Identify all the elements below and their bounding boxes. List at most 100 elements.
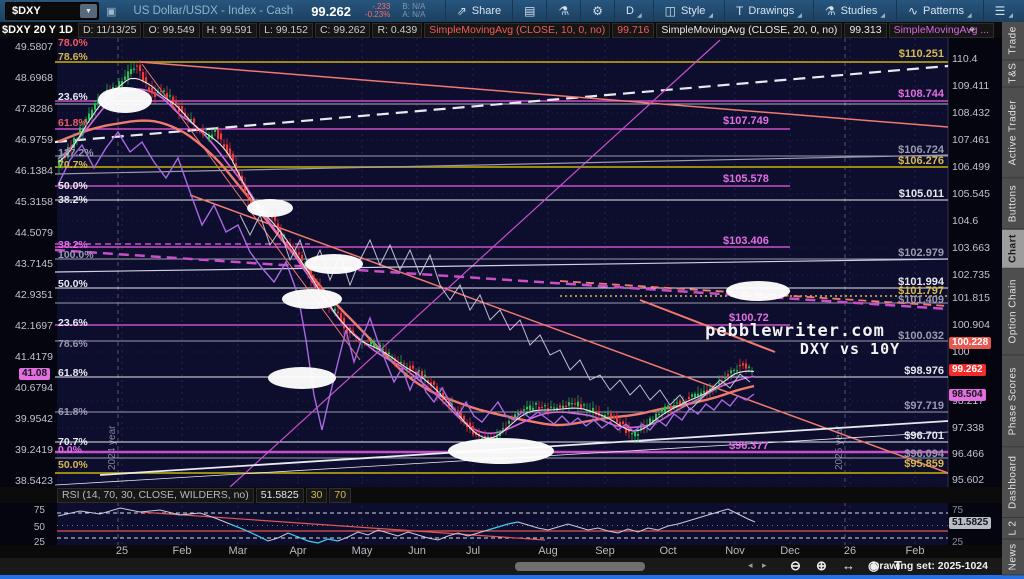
- crosshair-cursor-icon[interactable]: ⌖: [952, 22, 992, 37]
- candle-body: [154, 92, 156, 97]
- candle-body: [631, 433, 633, 434]
- candle-body: [148, 87, 150, 90]
- left-axis-tick: 44.5079: [15, 227, 53, 239]
- rsi-value-badge: 51.5825: [949, 517, 991, 529]
- left-axis-tick: 43.7145: [15, 258, 53, 270]
- candles-icon: ◫: [665, 4, 676, 18]
- price-level-label: $96.377: [729, 440, 769, 452]
- price-level-label: $103.406: [723, 235, 769, 247]
- candle-body: [667, 406, 669, 409]
- right-axis-tick: 104.6: [952, 215, 978, 227]
- ohlc-field: H: 99.591: [202, 23, 258, 38]
- scroll-right-arrow[interactable]: ▸: [762, 560, 767, 571]
- sidebar-tab-t-s[interactable]: T&S: [1002, 60, 1024, 87]
- candle-body: [637, 434, 639, 436]
- rsi-label[interactable]: RSI (14, 70, 30, CLOSE, WILDERS, no): [57, 488, 254, 503]
- fib-level-label: 50.0%: [58, 180, 88, 192]
- change-percent: -0.23%: [365, 11, 390, 19]
- price-level-label: $95.859: [904, 458, 944, 470]
- candle-body: [535, 403, 537, 405]
- right-axis-tick: 108.432: [952, 107, 990, 119]
- toolbar-button-menu[interactable]: ☰◢: [983, 0, 1024, 22]
- toolbar-button-studies[interactable]: ⚗Studies◢: [813, 0, 896, 22]
- rsi-plot-bg: [57, 503, 948, 545]
- sidebar-tab-option-chain[interactable]: Option Chain: [1002, 268, 1024, 355]
- study-name[interactable]: SimpleMovingAvg (CLOSE, 20, 0, no): [656, 23, 842, 38]
- toolbar-button-analyze[interactable]: ⚗: [546, 0, 580, 22]
- sidebar-tab-buttons[interactable]: Buttons: [1002, 178, 1024, 229]
- time-axis[interactable]: 25FebMarAprMayJunJulAugSepOctNovDec26Feb: [0, 545, 1002, 558]
- gadget-sidebar: TradeT&SActive TraderButtonsChartOption …: [1002, 22, 1024, 575]
- candle-body: [433, 381, 435, 384]
- highlight-ellipse: [726, 281, 790, 301]
- zoom-out-icon[interactable]: ⊖: [790, 558, 801, 574]
- ohlc-field: D: 11/13/25: [78, 23, 142, 38]
- sidebar-tab-chart[interactable]: Chart: [1002, 230, 1024, 269]
- candle-body: [457, 410, 459, 411]
- toolbar-button-label: Drawings: [748, 5, 794, 17]
- sidebar-tab-active-trader[interactable]: Active Trader: [1002, 88, 1024, 178]
- left-axis-tick: 46.9759: [15, 134, 53, 146]
- candle-body: [724, 377, 726, 379]
- toolbar-button-label: Studies: [841, 5, 878, 17]
- toolbar-button-notes[interactable]: ▤: [512, 0, 546, 22]
- chart-scrollbar-handle[interactable]: [515, 562, 645, 571]
- candle-body: [553, 407, 555, 408]
- candle-body: [388, 353, 390, 355]
- sidebar-tab-news[interactable]: News: [1002, 540, 1024, 575]
- time-axis-label: May: [352, 545, 373, 557]
- candle-body: [403, 363, 405, 364]
- study-name[interactable]: SimpleMovingAvg (CLOSE, 10, 0, no): [424, 23, 610, 38]
- scroll-left-arrow[interactable]: ◂: [748, 560, 753, 571]
- symbol-description: US Dollar/USDX - Index - Cash: [133, 5, 293, 17]
- ohlc-field: L: 99.152: [259, 23, 313, 38]
- link-channel-icon[interactable]: ▣: [106, 5, 116, 18]
- symbol-dropdown-icon[interactable]: ▼: [80, 4, 97, 18]
- sidebar-tab-l-2[interactable]: L 2: [1002, 518, 1024, 540]
- list-icon: ☰: [995, 4, 1006, 18]
- time-axis-label: 26: [844, 545, 856, 557]
- price-level-label: $106.276: [898, 155, 944, 167]
- right-axis-tick: 103.663: [952, 242, 990, 254]
- toolbar-button-settings[interactable]: ⚙: [580, 0, 614, 22]
- candle-body: [676, 403, 678, 404]
- toolbar-button-timeframe[interactable]: D◢: [614, 0, 653, 22]
- study-value: 99.313: [844, 23, 886, 38]
- last-price: 99.262: [311, 4, 351, 19]
- sidebar-tab-phase-scores[interactable]: Phase Scores: [1002, 356, 1024, 447]
- candle-body: [292, 246, 294, 247]
- candle-body: [301, 255, 303, 261]
- candle-body: [193, 119, 195, 123]
- rsi-axis-left-tick: 50: [34, 522, 46, 533]
- right-axis-tick: 102.735: [952, 269, 990, 281]
- toolbar-button-drawings[interactable]: TDrawings◢: [724, 0, 813, 22]
- candle-body: [613, 416, 615, 418]
- pan-horizontal-icon[interactable]: ↔: [842, 558, 855, 573]
- candle-body: [217, 130, 219, 139]
- price-chart-canvas[interactable]: 2024 year2025 year78.0%78.6%23.6%61.8%12…: [0, 38, 1002, 558]
- zoom-in-icon[interactable]: ⊕: [816, 558, 827, 574]
- rsi-axis-left-tick: 75: [34, 505, 46, 516]
- price-level-label: $97.719: [904, 400, 944, 412]
- time-axis-label: Jun: [408, 545, 426, 557]
- time-axis-label: Jul: [466, 545, 480, 557]
- left-axis-tick: 40.6794: [15, 382, 53, 394]
- ohlc-field: R: 0.439: [372, 23, 422, 38]
- symbol-input[interactable]: $DXY: [6, 5, 80, 17]
- fib-level-label: 100.0%: [58, 249, 94, 261]
- toolbar-button-style[interactable]: ◫Style◢: [653, 0, 724, 22]
- candle-body: [529, 405, 531, 410]
- toolbar-button-patterns[interactable]: ∿Patterns◢: [896, 0, 983, 22]
- symbol-selector[interactable]: $DXY ▼: [5, 2, 99, 20]
- caret-down-icon: ◢: [880, 12, 885, 19]
- price-level-label: $96.701: [904, 430, 944, 442]
- sidebar-tab-dashboard[interactable]: Dashboard: [1002, 447, 1024, 518]
- sidebar-tab-trade[interactable]: Trade: [1002, 22, 1024, 60]
- rsi-oversold-value[interactable]: 30: [306, 488, 328, 503]
- toolbar-button-share[interactable]: ⇗Share: [445, 0, 512, 22]
- candle-body: [622, 422, 624, 424]
- candle-body: [463, 416, 465, 420]
- ohlc-field: C: 99.262: [315, 23, 371, 38]
- rsi-overbought-value[interactable]: 70: [329, 488, 351, 503]
- candle-body: [334, 309, 336, 312]
